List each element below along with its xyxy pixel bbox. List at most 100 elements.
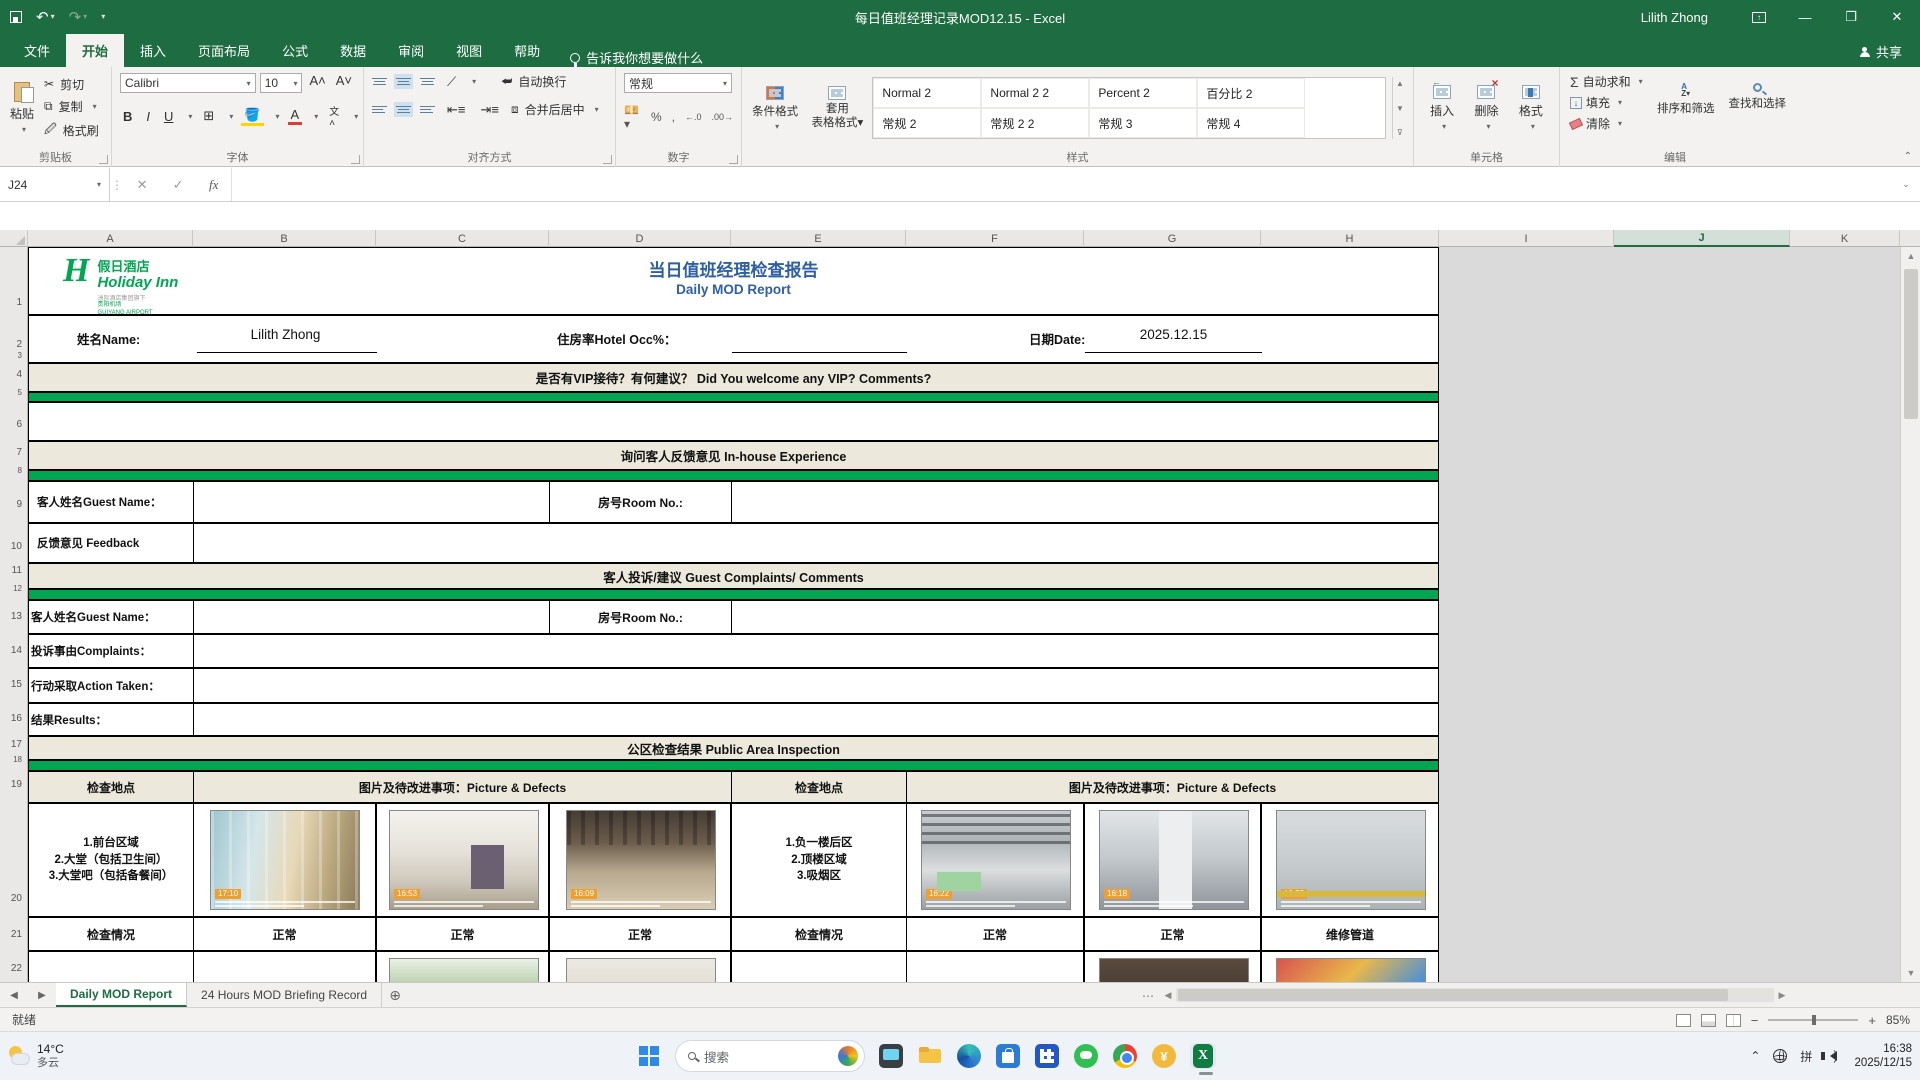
- copy-button[interactable]: ⧉ 复制 ▾: [44, 98, 99, 115]
- delete-cells-button[interactable]: 删除▾: [1474, 85, 1498, 131]
- photo-front-desk[interactable]: 17:10: [210, 810, 360, 910]
- style-normal2-cn[interactable]: 常规 2: [873, 108, 981, 138]
- italic-icon[interactable]: I: [143, 109, 153, 124]
- taskbar-edge[interactable]: [956, 1043, 982, 1069]
- autosum-button[interactable]: Σ自动求和▾: [1570, 73, 1643, 90]
- style-percent2[interactable]: Percent 2: [1089, 78, 1197, 108]
- number-dialog-launcher[interactable]: [729, 155, 738, 164]
- photo-partial-2[interactable]: [566, 958, 716, 982]
- name-box[interactable]: J24▾: [0, 168, 110, 201]
- font-color-icon[interactable]: A: [288, 107, 303, 125]
- taskbar-app-messenger[interactable]: [1073, 1043, 1099, 1069]
- tab-help[interactable]: 帮助: [498, 34, 556, 67]
- ime-indicator[interactable]: 拼: [1800, 1048, 1812, 1065]
- bold-icon[interactable]: B: [120, 109, 135, 124]
- col-I[interactable]: I: [1439, 230, 1614, 247]
- enter-icon[interactable]: ✓: [173, 177, 184, 193]
- volume-icon[interactable]: [1825, 1051, 1837, 1061]
- style-normal4-cn[interactable]: 常规 4: [1197, 108, 1305, 138]
- date-value[interactable]: 2025.12.15: [1085, 327, 1262, 342]
- room-input-1[interactable]: [731, 481, 1439, 523]
- photo-lobby[interactable]: 16:53: [389, 810, 539, 910]
- results-input[interactable]: [193, 703, 1439, 736]
- scroll-right-icon[interactable]: ▶: [1774, 990, 1790, 1001]
- photo-partial-4[interactable]: [1276, 958, 1426, 982]
- middle-align-icon[interactable]: [396, 76, 411, 87]
- decrease-indent-icon[interactable]: ⇤≡: [444, 102, 468, 118]
- tab-page-layout[interactable]: 页面布局: [182, 34, 266, 67]
- col-G[interactable]: G: [1084, 230, 1261, 247]
- increase-decimal-icon[interactable]: ←.0: [685, 112, 702, 122]
- underline-icon[interactable]: U: [161, 109, 176, 124]
- insert-cells-button[interactable]: 插入▾: [1430, 85, 1454, 131]
- photo-back-area[interactable]: 16:22: [921, 810, 1071, 910]
- tab-formulas[interactable]: 公式: [266, 34, 324, 67]
- page-break-view-icon[interactable]: [1726, 1014, 1741, 1027]
- align-right-icon[interactable]: [420, 104, 435, 115]
- number-format-combo[interactable]: 常规▾: [624, 73, 732, 93]
- taskbar-file-explorer[interactable]: [917, 1043, 943, 1069]
- collapse-ribbon-icon[interactable]: ⌃: [1904, 151, 1912, 162]
- col-B[interactable]: B: [193, 230, 376, 247]
- vertical-scroll-thumb[interactable]: [1904, 269, 1918, 419]
- vertical-scrollbar[interactable]: ▲ ▼: [1900, 247, 1920, 982]
- comma-style-icon[interactable]: ,: [672, 110, 675, 124]
- start-button[interactable]: [636, 1043, 662, 1069]
- horizontal-scrollbar[interactable]: ◀ ▶: [1160, 986, 1790, 1004]
- percent-style-icon[interactable]: %: [651, 110, 662, 124]
- sheet-tab-daily-mod[interactable]: Daily MOD Report: [56, 983, 187, 1007]
- style-normal22-cn[interactable]: 常规 2 2: [981, 108, 1089, 138]
- increase-indent-icon[interactable]: ⇥≡: [477, 102, 501, 118]
- accounting-format-icon[interactable]: 💴▾: [624, 103, 641, 131]
- taskbar-app-blue-grid[interactable]: [1034, 1043, 1060, 1069]
- select-all-corner[interactable]: [0, 230, 28, 247]
- find-select-button[interactable]: 查找和选择: [1729, 83, 1787, 116]
- vip-answer-cell[interactable]: [28, 402, 1439, 441]
- sort-filter-button[interactable]: AZ▾排序和筛选: [1657, 83, 1715, 116]
- next-sheet-icon[interactable]: ▶: [38, 990, 46, 1001]
- tell-me-box[interactable]: 告诉我你想要做什么: [570, 48, 703, 67]
- align-left-icon[interactable]: [372, 104, 387, 115]
- taskbar-clock[interactable]: 16:38 2025/12/15: [1854, 1042, 1912, 1071]
- action-input[interactable]: [193, 668, 1439, 703]
- style-normal3-cn[interactable]: 常规 3: [1089, 108, 1197, 138]
- tab-view[interactable]: 视图: [440, 34, 498, 67]
- cancel-icon[interactable]: ✕: [137, 177, 148, 193]
- formula-input[interactable]: [232, 168, 1892, 201]
- photo-lobby-bar[interactable]: 16:09: [566, 810, 716, 910]
- borders-icon[interactable]: ⊞: [200, 108, 217, 124]
- fill-color-icon[interactable]: 🪣: [241, 107, 263, 126]
- horizontal-scroll-thumb[interactable]: [1178, 989, 1728, 1001]
- wrap-text-button[interactable]: ⮨ 自动换行: [501, 73, 566, 90]
- font-family-combo[interactable]: Calibri▾: [120, 73, 256, 93]
- scroll-down-icon[interactable]: ▼: [1901, 964, 1920, 982]
- bottom-align-icon[interactable]: [420, 76, 435, 87]
- account-name[interactable]: Lilith Zhong: [1641, 10, 1708, 25]
- namebox-splitter[interactable]: ⋮: [110, 168, 124, 201]
- font-size-combo[interactable]: 10▾: [260, 73, 303, 93]
- zoom-out-icon[interactable]: −: [1751, 1013, 1759, 1028]
- col-F[interactable]: F: [906, 230, 1084, 247]
- style-normal22[interactable]: Normal 2 2: [981, 78, 1089, 108]
- scroll-up-icon[interactable]: ▲: [1901, 247, 1920, 265]
- guest-name-input-1[interactable]: [193, 481, 550, 523]
- align-center-icon[interactable]: [396, 104, 411, 115]
- tab-home[interactable]: 开始: [66, 34, 124, 67]
- paste-button[interactable]: 粘贴▾: [0, 71, 44, 145]
- scroll-left-icon[interactable]: ◀: [1160, 990, 1176, 1001]
- merge-center-button[interactable]: ⧈ 合并后居中 ▾: [511, 101, 599, 118]
- minimize-button[interactable]: —: [1782, 0, 1828, 34]
- photo-roof-area[interactable]: 16:18: [1099, 810, 1249, 910]
- zoom-slider-thumb[interactable]: [1812, 1015, 1816, 1025]
- name-value[interactable]: Lilith Zhong: [194, 327, 377, 342]
- format-as-table-button[interactable]: 套用表格格式▾: [808, 86, 866, 129]
- clear-button[interactable]: 清除▾: [1570, 115, 1643, 132]
- prev-sheet-icon[interactable]: ◀: [10, 990, 18, 1001]
- network-icon[interactable]: [1773, 1049, 1787, 1063]
- col-K[interactable]: K: [1790, 230, 1900, 247]
- tab-overflow-icon[interactable]: ⋯: [1142, 989, 1154, 1003]
- style-normal-selected[interactable]: 常规: [873, 138, 981, 139]
- conditional-formatting-button[interactable]: 条件格式▾: [748, 86, 802, 131]
- col-J-selected[interactable]: J: [1614, 230, 1790, 247]
- close-button[interactable]: ✕: [1874, 0, 1920, 34]
